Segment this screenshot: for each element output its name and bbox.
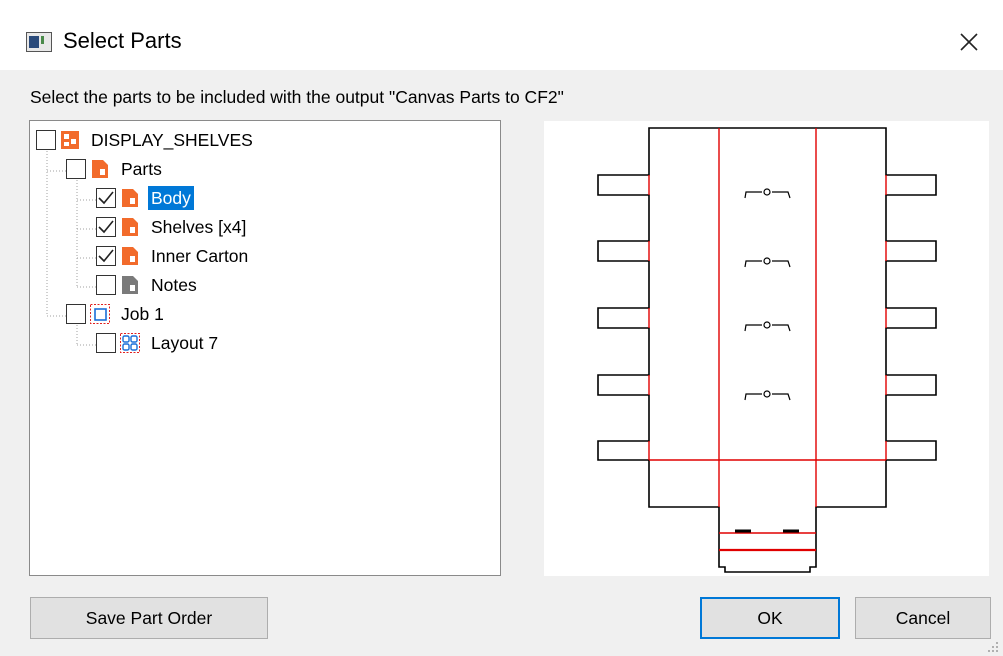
ok-button[interactable]: OK	[700, 597, 840, 639]
tree-item-notes[interactable]: Notes	[96, 272, 200, 298]
notes-icon	[119, 274, 141, 296]
tree-item-checkbox[interactable]	[66, 304, 86, 324]
tree-item-label: Job 1	[121, 304, 164, 324]
tree-item-label: DISPLAY_SHELVES	[91, 130, 253, 150]
tree-item-checkbox[interactable]	[96, 188, 116, 208]
part-icon	[119, 216, 141, 238]
tree-item-display-shelves[interactable]: DISPLAY_SHELVES	[36, 127, 256, 153]
tree-item-checkbox[interactable]	[96, 333, 116, 353]
part-preview	[544, 121, 989, 576]
checkmark-icon	[98, 220, 114, 234]
checkmark-icon	[98, 249, 114, 263]
tree-item-layout[interactable]: Layout 7	[96, 330, 221, 356]
dieline-drawing	[597, 127, 937, 573]
tree-item-label: Shelves [x4]	[151, 217, 247, 237]
tree-item-checkbox[interactable]	[66, 159, 86, 179]
job-icon	[89, 303, 111, 325]
checkmark-icon	[98, 191, 114, 205]
tree-item-label: Inner Carton	[151, 246, 249, 266]
tree-item-parts[interactable]: Parts	[66, 156, 165, 182]
instruction-text: Select the parts to be included with the…	[30, 87, 564, 107]
tree-item-checkbox[interactable]	[96, 217, 116, 237]
tree-item-body[interactable]: Body	[96, 185, 194, 211]
part-folder-icon	[89, 158, 111, 180]
tree-item-checkbox[interactable]	[96, 246, 116, 266]
tree-item-checkbox[interactable]	[36, 130, 56, 150]
save-part-order-button[interactable]: Save Part Order	[30, 597, 268, 639]
assembly-icon	[59, 129, 81, 151]
parts-tree[interactable]: DISPLAY_SHELVES Parts Body Shelves [x4] …	[29, 120, 501, 576]
tree-item-inner-carton[interactable]: Inner Carton	[96, 243, 251, 269]
tree-item-checkbox[interactable]	[96, 275, 116, 295]
tree-item-label: Body	[148, 186, 194, 210]
close-button[interactable]	[944, 20, 994, 64]
cancel-button[interactable]: Cancel	[855, 597, 991, 639]
close-icon	[960, 33, 978, 51]
dieline-hanger-marks	[744, 188, 791, 401]
part-icon	[119, 245, 141, 267]
resize-grip-icon[interactable]	[986, 640, 1000, 654]
tree-item-label: Layout 7	[151, 333, 219, 353]
layout-icon	[119, 332, 141, 354]
tree-item-label: Notes	[151, 275, 197, 295]
app-window-icon	[26, 32, 52, 52]
part-icon	[119, 187, 141, 209]
tree-item-job[interactable]: Job 1	[66, 301, 167, 327]
tree-item-label: Parts	[121, 159, 162, 179]
dialog-title: Select Parts	[63, 28, 182, 53]
tree-item-shelves[interactable]: Shelves [x4]	[96, 214, 249, 240]
title-bar: Select Parts	[0, 0, 1003, 70]
